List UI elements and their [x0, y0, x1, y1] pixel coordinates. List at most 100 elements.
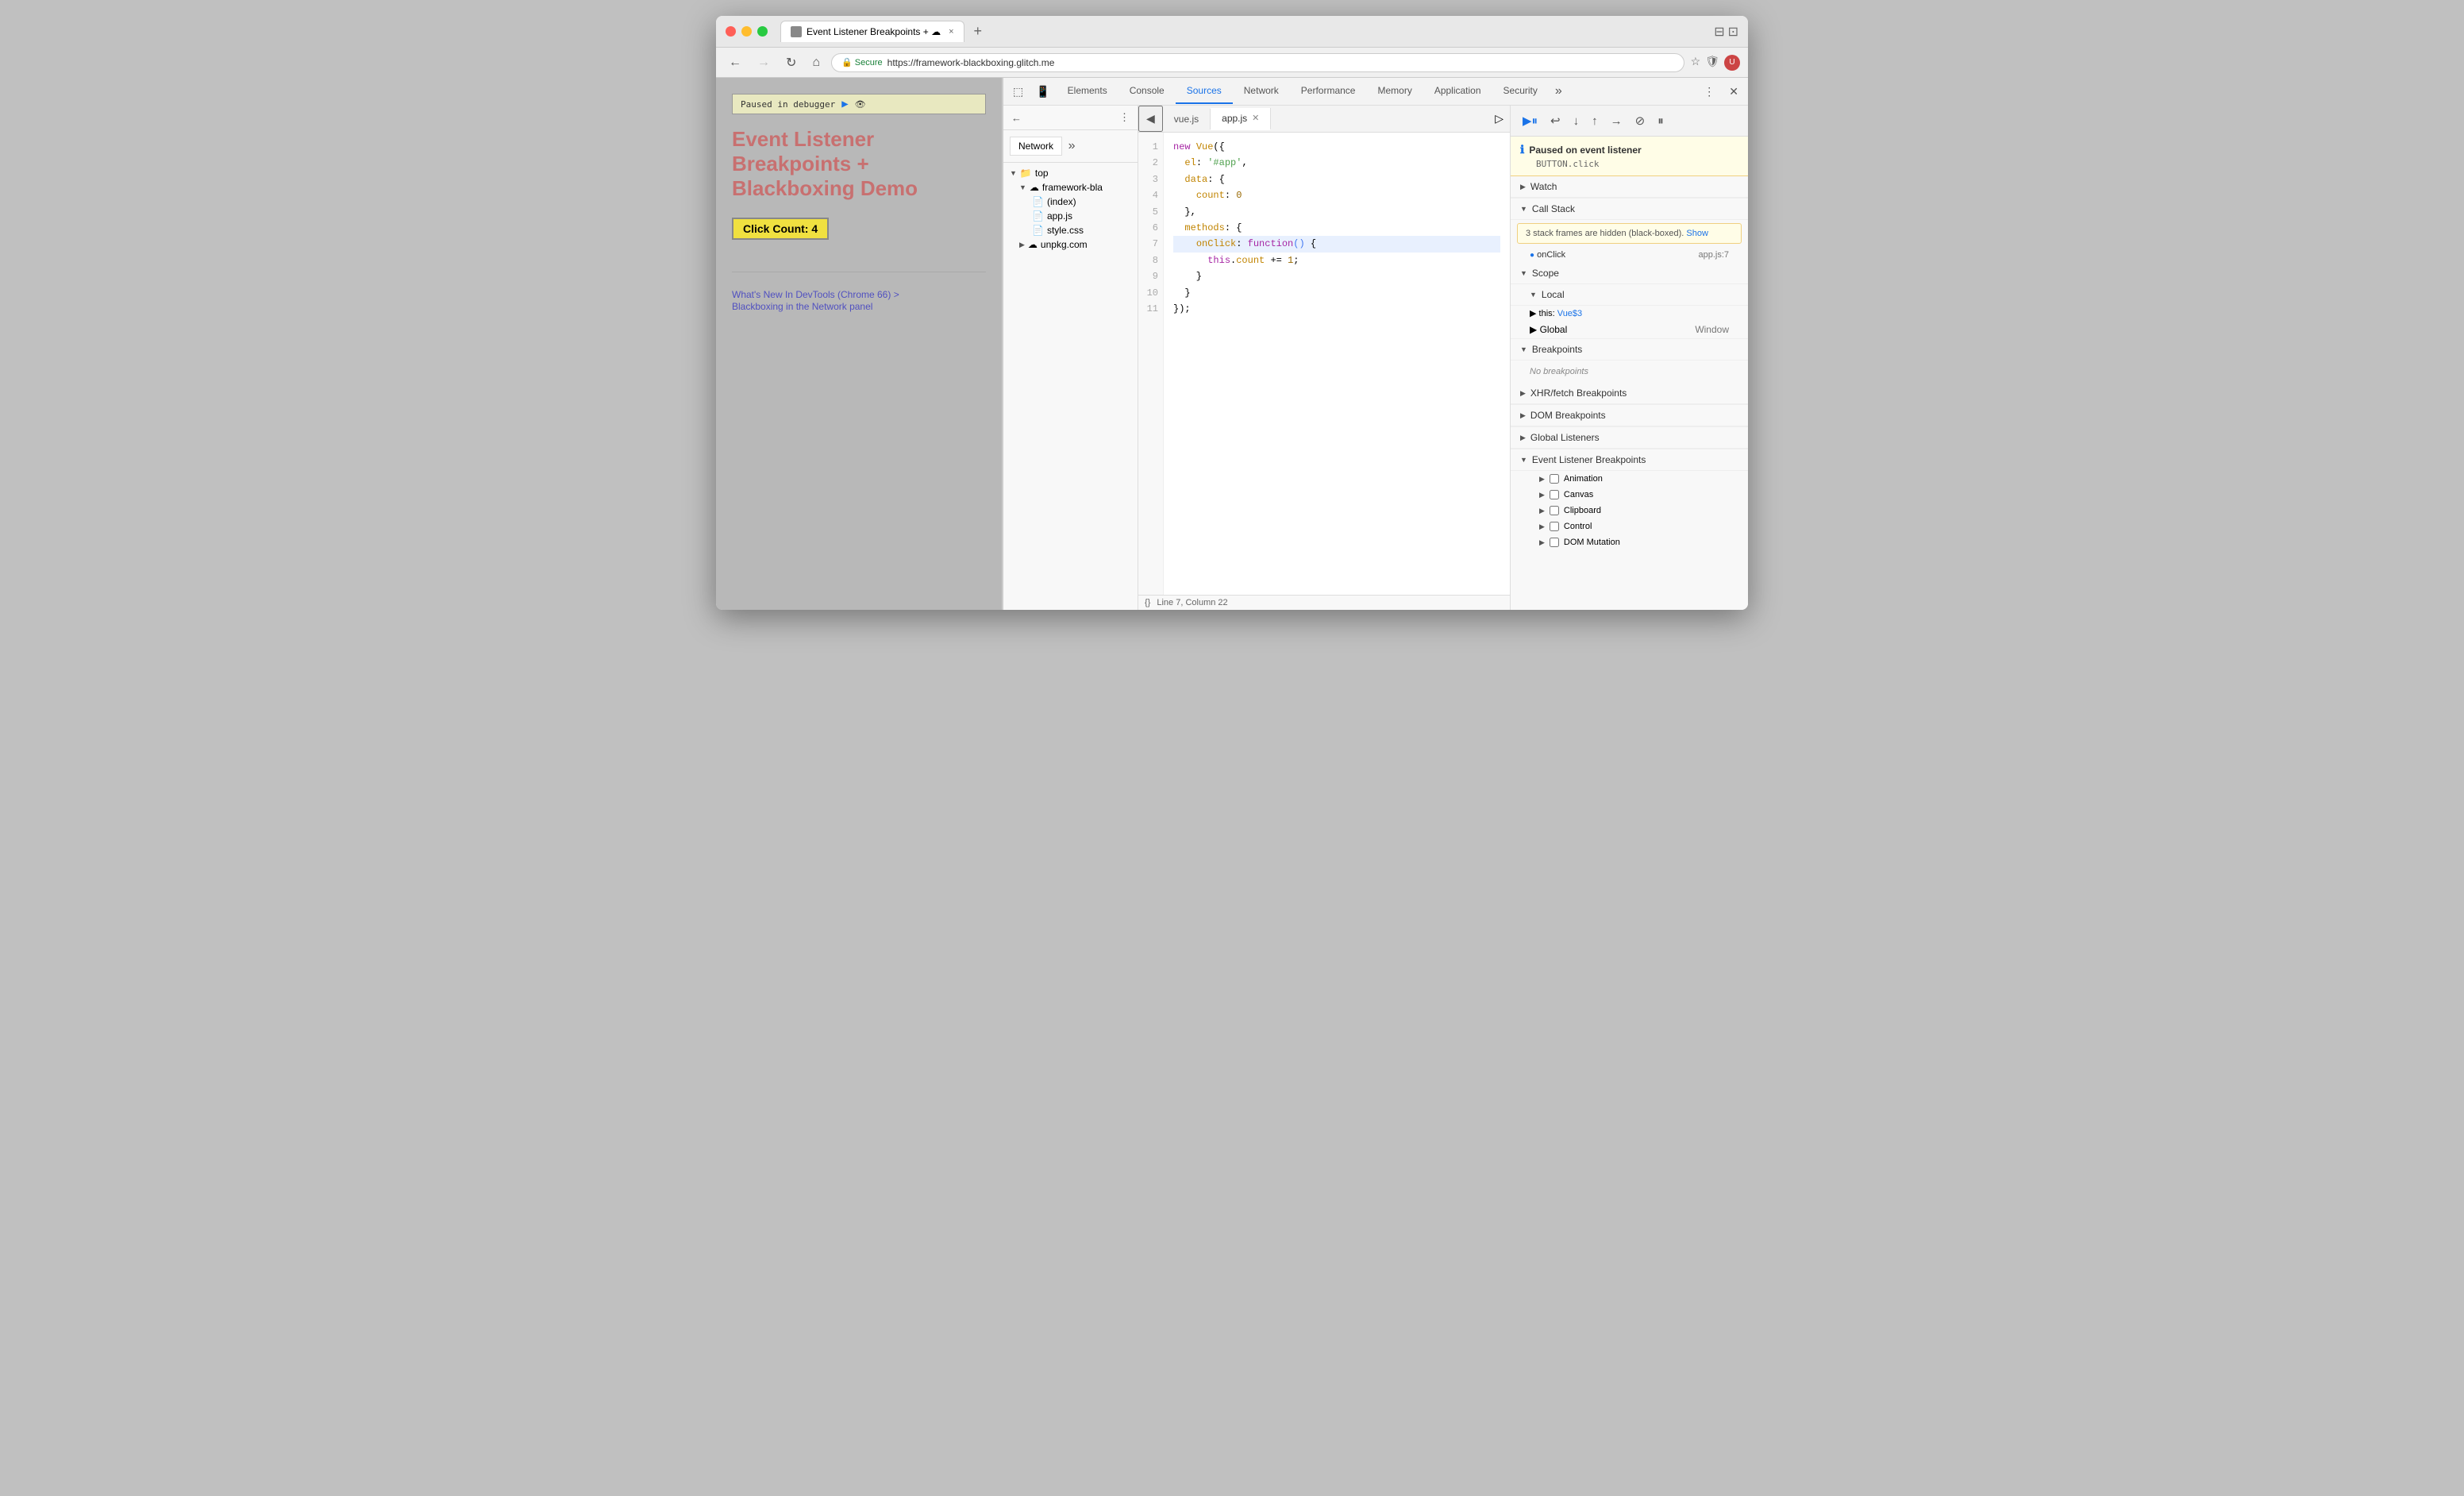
editor-tab-appjs[interactable]: app.js ✕ — [1211, 108, 1271, 130]
listener-clipboard[interactable]: ▶ Clipboard — [1511, 503, 1748, 519]
debugger-banner-text: Paused in debugger — [741, 99, 835, 110]
new-tab-button[interactable]: + — [968, 23, 989, 40]
back-button[interactable]: ← — [724, 54, 746, 71]
call-stack-onclick[interactable]: ● onClick app.js:7 — [1511, 247, 1748, 263]
minimize-button[interactable] — [741, 26, 752, 37]
editor-status-bar: {} Line 7, Column 22 — [1138, 595, 1510, 610]
format-icon[interactable]: {} — [1145, 598, 1150, 607]
tab-security[interactable]: Security — [1492, 79, 1549, 104]
extension-icon[interactable]: 🛡 — [1705, 55, 1719, 71]
vuejs-tab-label: vue.js — [1174, 114, 1199, 125]
clipboard-checkbox[interactable] — [1550, 506, 1559, 515]
forward-button[interactable]: → — [753, 54, 775, 71]
tab-memory[interactable]: Memory — [1366, 79, 1423, 104]
debugger-play-icon[interactable]: ▶ — [841, 98, 848, 110]
address-input[interactable]: 🔒 Secure https://framework-blackboxing.g… — [831, 53, 1684, 72]
home-button[interactable]: ⌂ — [807, 54, 825, 71]
editor-tab-vuejs[interactable]: vue.js — [1163, 109, 1211, 129]
listener-dom-mutation[interactable]: ▶ DOM Mutation — [1511, 534, 1748, 550]
listener-control[interactable]: ▶ Control — [1511, 519, 1748, 534]
code-editor: ◀ vue.js app.js ✕ ▷ 12345 67891 — [1138, 106, 1510, 610]
resume-btn[interactable]: ▶⏸ — [1517, 110, 1543, 131]
appjs-tab-label: app.js — [1222, 113, 1247, 124]
devtools-link[interactable]: What's New In DevTools (Chrome 66) > — [732, 289, 899, 300]
browser-tab[interactable]: Event Listener Breakpoints + ☁ × — [780, 21, 964, 42]
tab-close-btn[interactable]: × — [949, 27, 953, 37]
devtools-menu-icon[interactable]: ⋮ — [1697, 80, 1721, 103]
tab-network[interactable]: Network — [1233, 79, 1290, 104]
devtools-close-icon[interactable]: ✕ — [1723, 80, 1745, 103]
tree-item-framework[interactable]: ▼ ☁ framework-bla — [1003, 180, 1138, 195]
tree-item-appjs[interactable]: 📄 app.js — [1003, 209, 1138, 223]
watch-header[interactable]: ▶ Watch — [1511, 176, 1748, 198]
global-listeners-header[interactable]: ▶ Global Listeners — [1511, 427, 1748, 449]
blackbox-show-link[interactable]: Show — [1686, 229, 1708, 238]
line-numbers: 12345 678910 11 — [1138, 133, 1164, 595]
page-links: What's New In DevTools (Chrome 66) > Bla… — [732, 288, 986, 312]
file-tree-more-options[interactable]: » — [1068, 139, 1076, 153]
secure-label: Secure — [855, 58, 883, 67]
code-line-10: } — [1173, 285, 1500, 301]
no-breakpoints: No breakpoints — [1511, 361, 1748, 383]
event-listener-header[interactable]: ▼ Event Listener Breakpoints — [1511, 449, 1748, 471]
status-position: Line 7, Column 22 — [1157, 598, 1227, 607]
tab-console[interactable]: Console — [1118, 79, 1176, 104]
devtools-device-icon[interactable]: 📱 — [1030, 80, 1056, 103]
window-max-btn[interactable]: ⊡ — [1728, 24, 1738, 40]
info-icon: ℹ — [1520, 143, 1524, 156]
listener-canvas[interactable]: ▶ Canvas — [1511, 487, 1748, 503]
breakpoints-header[interactable]: ▼ Breakpoints — [1511, 339, 1748, 361]
call-stack-header[interactable]: ▼ Call Stack — [1511, 199, 1748, 220]
tab-performance[interactable]: Performance — [1290, 79, 1367, 104]
blackboxing-link[interactable]: Blackboxing in the Network panel — [732, 301, 872, 312]
local-header[interactable]: ▼ Local — [1511, 284, 1748, 306]
blackbox-warning-text: 3 stack frames are hidden (black-boxed). — [1526, 229, 1684, 238]
listener-animation[interactable]: ▶ Animation — [1511, 471, 1748, 487]
close-button[interactable] — [726, 26, 736, 37]
tree-arrow-framework: ▼ — [1019, 183, 1026, 191]
tree-item-unpkg[interactable]: ▶ ☁ unpkg.com — [1003, 237, 1138, 252]
dom-section: ▶ DOM Breakpoints — [1511, 405, 1748, 427]
devtools-more-tabs[interactable]: » — [1549, 78, 1569, 105]
editor-live-btn[interactable]: ▷ — [1488, 107, 1510, 130]
lock-icon: 🔒 — [841, 57, 853, 67]
dom-header[interactable]: ▶ DOM Breakpoints — [1511, 405, 1748, 426]
step-out-btn[interactable]: ↑ — [1586, 111, 1604, 131]
tree-item-stylecss[interactable]: 📄 style.css — [1003, 223, 1138, 237]
tree-item-top[interactable]: ▼ 📁 top — [1003, 166, 1138, 180]
control-checkbox[interactable] — [1550, 522, 1559, 531]
network-chip[interactable]: Network — [1010, 137, 1062, 156]
devtools-inspect-icon[interactable]: ⬚ — [1007, 80, 1030, 103]
file-tree-more-btn[interactable]: ⋮ — [1115, 109, 1134, 126]
paused-title-text: Paused on event listener — [1529, 145, 1641, 156]
tab-sources[interactable]: Sources — [1176, 79, 1233, 104]
refresh-button[interactable]: ↻ — [781, 53, 801, 72]
scope-header[interactable]: ▼ Scope — [1511, 263, 1748, 284]
tab-elements[interactable]: Elements — [1057, 79, 1118, 104]
address-actions: ☆ 🛡 U — [1691, 55, 1740, 71]
step-over-btn[interactable]: ↩ — [1545, 110, 1566, 131]
scope-label: Scope — [1532, 268, 1559, 279]
dom-mutation-checkbox[interactable] — [1550, 538, 1559, 547]
tree-item-index[interactable]: 📄 (index) — [1003, 195, 1138, 209]
step-into-btn[interactable]: ↓ — [1568, 111, 1585, 131]
file-tree-back-btn[interactable]: ← — [1007, 110, 1026, 126]
animation-checkbox[interactable] — [1550, 474, 1559, 484]
breakpoints-section: ▼ Breakpoints No breakpoints — [1511, 339, 1748, 383]
step-btn[interactable]: → — [1605, 111, 1628, 131]
pause-exceptions-btn[interactable]: ⏸ — [1652, 111, 1669, 131]
xhr-label: XHR/fetch Breakpoints — [1530, 387, 1627, 399]
tab-application[interactable]: Application — [1423, 79, 1492, 104]
xhr-header[interactable]: ▶ XHR/fetch Breakpoints — [1511, 383, 1748, 404]
code-content[interactable]: 12345 678910 11 new Vue({ el: '#app', da… — [1138, 133, 1510, 595]
code-line-11: }); — [1173, 301, 1500, 317]
appjs-tab-close[interactable]: ✕ — [1252, 113, 1259, 123]
global-item[interactable]: ▶ Global Window — [1511, 321, 1748, 339]
bookmark-icon[interactable]: ☆ — [1691, 55, 1701, 71]
editor-tab-prev[interactable]: ◀ — [1138, 106, 1163, 132]
maximize-button[interactable] — [757, 26, 768, 37]
canvas-checkbox[interactable] — [1550, 490, 1559, 499]
deactivate-btn[interactable]: ⊘ — [1630, 110, 1651, 131]
window-min-btn[interactable]: ⊟ — [1714, 24, 1724, 40]
profile-avatar[interactable]: U — [1724, 55, 1740, 71]
